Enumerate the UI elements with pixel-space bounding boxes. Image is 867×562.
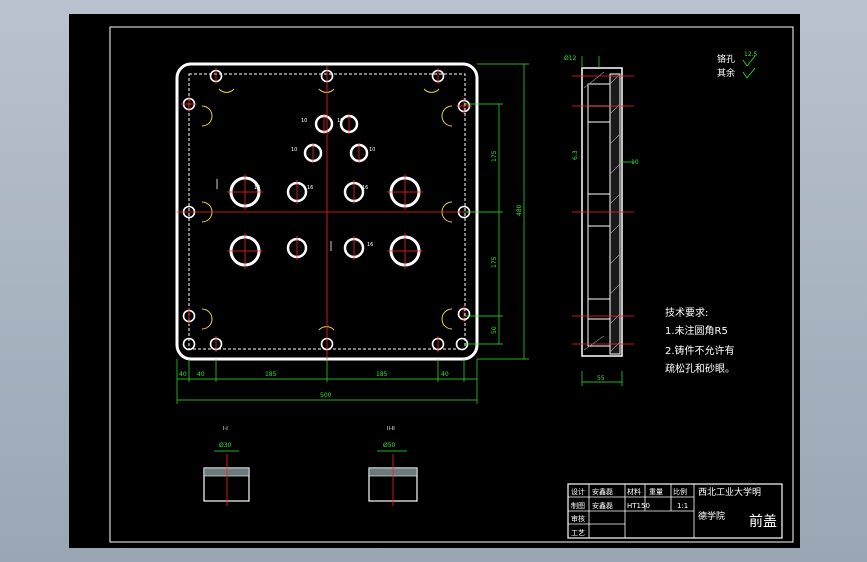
dim-text: 185 [376,371,388,378]
tb-label: 比例 [673,487,687,496]
side-inner [587,83,611,347]
tb-value: 1:1 [677,502,688,510]
hole-label: 10 [301,118,307,124]
roughness-value: 12.5 [744,51,758,58]
dim-text: 55 [597,375,605,382]
notes-item: 疏松孔和砂眼。 [665,362,735,375]
surface-roughness: 铬孔 12.5 其余 [717,51,758,79]
detail-title: I-I [223,426,228,432]
center-marks [177,66,477,359]
dim-text: 175 [491,256,498,268]
tb-part-name: 前盖 [749,513,777,530]
side-section-view: Ø12 10 55 6.3 [564,55,639,386]
dim-text: Ø30 [219,442,232,449]
tb-label: 重量 [649,488,663,496]
notes-item: 1.未注圆角R5 [665,324,728,337]
detail-title: II-II [387,426,395,432]
dim-text: 175 [491,150,498,162]
hole-label: 16 [307,185,313,191]
tb-value: 安鑫磊 [592,501,613,510]
drawing-viewport[interactable]: 10 10 10 10 16 16 16 16 40 40 185 185 40… [69,14,800,548]
dim-text: 40 [197,371,205,378]
dim-text-total: 500 [320,392,332,399]
dim-text: Ø12 [564,55,577,62]
drawing-border [109,26,794,543]
technical-notes: 技术要求: 1.未注圆角R5 2.铸件不允许有 疏松孔和砂眼。 [665,306,735,375]
tb-label: 材料 [627,487,641,496]
dim-text: 40 [179,371,187,378]
side-ribs [588,105,610,320]
hole-label: 16 [254,185,260,191]
tb-label: 制图 [571,501,585,510]
tb-value: HT150 [627,502,650,510]
notes-item: 2.铸件不允许有 [665,344,735,357]
roughness-line1: 铬孔 [717,53,735,65]
roughness-check-icon [742,67,756,79]
cad-drawing: 10 10 10 10 16 16 16 16 40 40 185 185 40… [109,26,794,543]
tb-label: 工艺 [571,529,585,537]
detail-hatch [203,467,250,477]
tb-label: 审核 [571,514,585,523]
notes-title: 技术要求: [665,306,708,319]
tb-school: 西北工业大学明 [698,486,761,498]
dim-text: 40 [441,371,449,378]
detail-views: I-I Ø30 II-II Ø50 [203,426,418,506]
dim-text: Ø50 [383,442,396,449]
title-block: 设计 安鑫磊 制图 安鑫磊 审核 工艺 材料 HT150 重量 比例 1:1 西… [567,483,783,539]
dim-text: 10 [631,159,639,166]
roughness-line2: 其余 [717,67,735,79]
hole-label: 10 [369,147,375,153]
hole-label: 10 [337,118,343,124]
tb-label: 设计 [571,487,585,496]
hole-label: 16 [367,242,373,248]
mounting-holes [182,69,471,351]
dim-text: 6.3 [572,150,579,160]
front-view: 10 10 10 10 16 16 16 16 40 40 185 185 40… [175,62,529,404]
tb-school: 德学院 [698,510,725,522]
hole-label: 10 [291,147,297,153]
side-web [609,73,621,355]
tb-value: 安鑫磊 [592,487,613,496]
dim-text-total: 480 [516,204,523,216]
dim-text: 185 [265,371,277,378]
hole-label: 16 [362,185,368,191]
dim-text: 50 [491,326,498,334]
